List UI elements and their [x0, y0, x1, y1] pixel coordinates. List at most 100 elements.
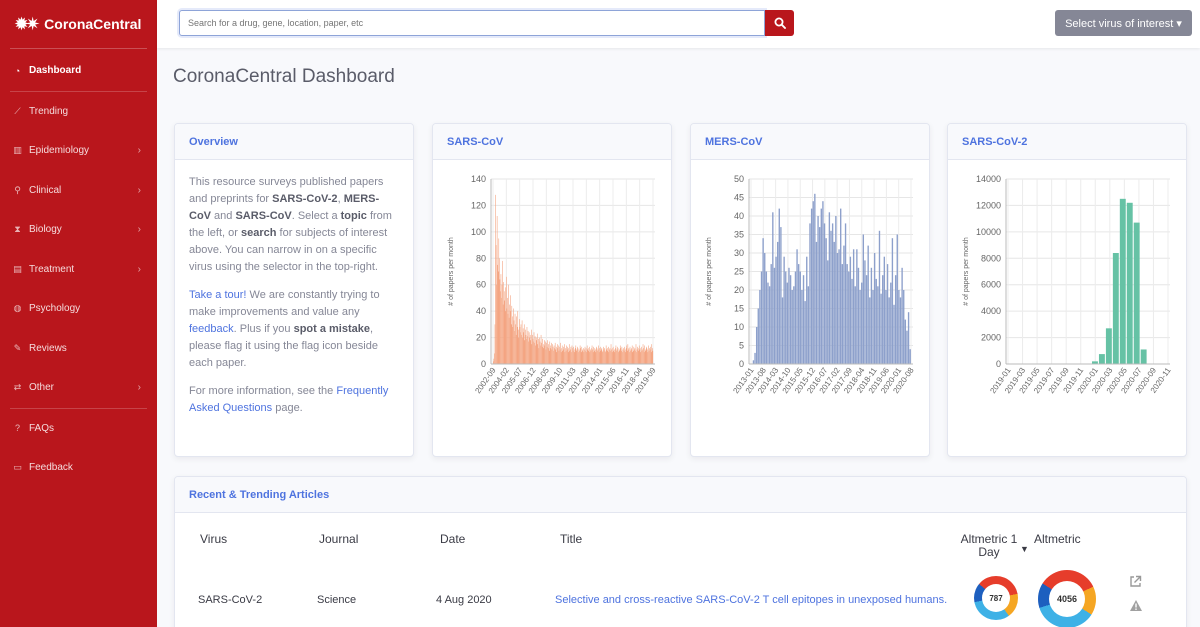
- sidebar-item-dashboard[interactable]: ◔ Dashboard: [0, 51, 157, 91]
- feedback-link[interactable]: feedback: [189, 323, 234, 335]
- sidebar-item-psychology[interactable]: ◍ Psychology: [0, 289, 157, 329]
- bar: [494, 353, 495, 364]
- bar: [649, 348, 650, 364]
- bar: [517, 329, 519, 364]
- y-tick-label: 14000: [976, 174, 1001, 184]
- bar: [854, 286, 856, 364]
- bar: [528, 341, 529, 364]
- bar: [504, 300, 506, 364]
- chevron-right-icon: ›: [137, 224, 141, 236]
- virus-select-dropdown[interactable]: Select virus of interest ▾: [1055, 10, 1192, 36]
- brand[interactable]: ✹✷ CoronaCentral: [0, 0, 157, 48]
- sidebar-item-faqs[interactable]: ? FAQs: [0, 409, 157, 449]
- bar: [636, 349, 638, 364]
- bar: [529, 334, 531, 364]
- bar: [849, 256, 852, 364]
- bar: [840, 208, 842, 364]
- sidebar-item-label: Epidemiology: [29, 145, 90, 157]
- sidebar-item-epidemiology[interactable]: ▥ Epidemiology ›: [0, 131, 157, 171]
- bar: [862, 234, 865, 364]
- bar: [877, 286, 879, 364]
- row-title-link[interactable]: Selective and cross-reactive SARS-CoV-2 …: [555, 594, 947, 606]
- bar: [642, 349, 643, 364]
- sidebar-item-clinical[interactable]: ⚲ Clinical ›: [0, 171, 157, 211]
- bar: [801, 290, 803, 364]
- bar: [622, 349, 624, 364]
- altmetric-badge[interactable]: 4056: [1038, 570, 1096, 627]
- bar: [791, 290, 793, 364]
- search-button[interactable]: [765, 10, 794, 36]
- bar: [615, 345, 617, 364]
- bar: [528, 332, 530, 364]
- bar: [596, 346, 597, 364]
- bar: [577, 346, 578, 364]
- bar: [848, 271, 850, 364]
- bar: [604, 348, 605, 364]
- sidebar-item-feedback[interactable]: ▭ Feedback: [0, 448, 157, 488]
- column-header-virus[interactable]: Virus: [200, 532, 227, 546]
- overview-card: Overview This resource surveys published…: [174, 123, 414, 457]
- sidebar-item-reviews[interactable]: ✎ Reviews: [0, 329, 157, 369]
- sars-cov-2-chart: # of papers per month 0 2000 4000 6000 8000 10…: [963, 174, 1173, 395]
- bar: [518, 337, 520, 364]
- bar: [576, 350, 577, 364]
- bar: [904, 319, 907, 364]
- bar: [872, 290, 874, 364]
- y-axis-label: # of papers per month: [963, 237, 970, 306]
- y-tick-label: 20: [734, 285, 744, 295]
- bar: [538, 338, 539, 364]
- sidebar-item-biology[interactable]: ⧗ Biology ›: [0, 210, 157, 250]
- bar: [634, 348, 636, 364]
- bar: [637, 348, 639, 364]
- stethoscope-icon: ⚲: [14, 184, 21, 195]
- sidebar-item-trending[interactable]: ⟋ Trending: [0, 92, 157, 132]
- bar: [538, 348, 540, 364]
- column-header-date[interactable]: Date: [440, 532, 465, 546]
- bar: [527, 330, 529, 364]
- column-header-altmetric[interactable]: Altmetric: [1034, 532, 1081, 546]
- bar: [536, 333, 538, 364]
- bar: [548, 344, 549, 364]
- bar: [635, 350, 636, 364]
- sidebar-item-treatment[interactable]: ▤ Treatment ›: [0, 250, 157, 290]
- column-header-title[interactable]: Title: [560, 532, 582, 546]
- external-link-icon[interactable]: [1129, 575, 1142, 588]
- bar: [773, 267, 776, 364]
- bar: [624, 346, 625, 364]
- bar: [772, 212, 774, 364]
- bar: [625, 352, 626, 364]
- bar: [558, 350, 560, 364]
- tour-link[interactable]: Take a tour!: [189, 289, 246, 301]
- bar: [652, 350, 654, 364]
- altmetric-1-day-badge[interactable]: 787: [974, 576, 1018, 620]
- bar: [807, 286, 810, 364]
- bar: [533, 341, 534, 364]
- search-input[interactable]: [179, 10, 765, 36]
- bar: [650, 346, 651, 364]
- sidebar-item-other[interactable]: ⇄ Other ›: [0, 368, 157, 408]
- column-header-journal[interactable]: Journal: [319, 532, 358, 546]
- bar: [634, 349, 635, 364]
- bar: [901, 267, 903, 364]
- bar: [600, 349, 602, 364]
- y-tick-label: 0: [739, 359, 744, 369]
- bar: [573, 346, 574, 364]
- bar: [511, 305, 513, 364]
- sidebar-item-label: Dashboard: [29, 65, 82, 77]
- sort-desc-icon[interactable]: ▼: [1020, 544, 1029, 554]
- bar: [645, 350, 647, 364]
- bar: [590, 350, 592, 364]
- bar: [814, 193, 816, 364]
- bar: [520, 324, 522, 364]
- bar: [644, 349, 646, 364]
- warning-flag-icon[interactable]: [1129, 599, 1143, 612]
- bar: [514, 313, 516, 364]
- bar: [547, 348, 549, 364]
- bar: [752, 360, 755, 364]
- bar: [867, 245, 869, 364]
- bar: [497, 264, 498, 364]
- column-header-altmetric-1-day[interactable]: Altmetric 1 Day: [960, 533, 1018, 559]
- y-tick-label: 12000: [976, 200, 1001, 210]
- bar: [497, 271, 499, 364]
- bar: [888, 297, 890, 364]
